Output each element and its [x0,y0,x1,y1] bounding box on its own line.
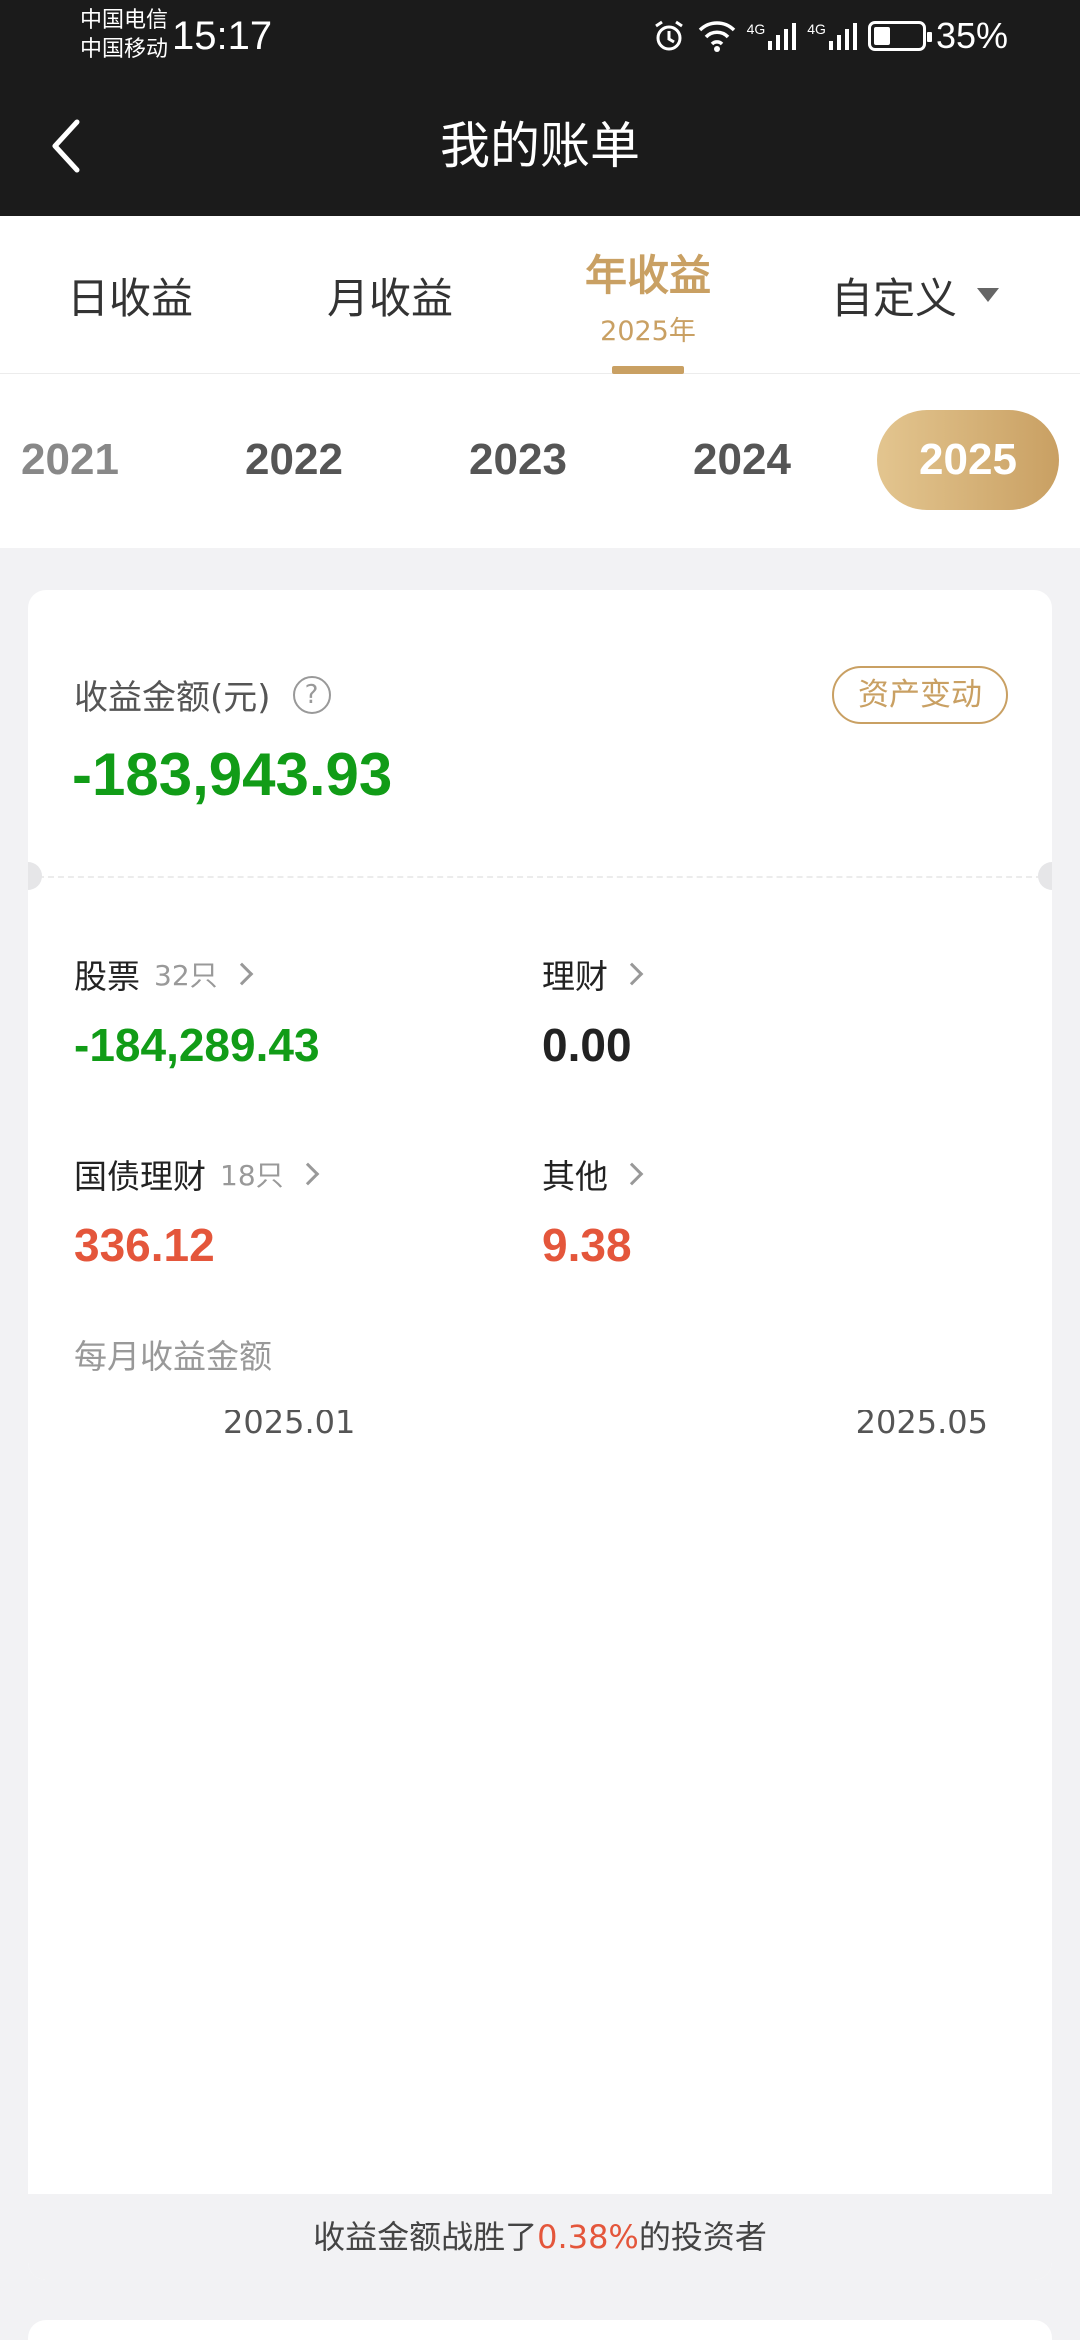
other-label: 其他 [542,1157,608,1196]
monthly-income-chart: 3.40万0.00-3.40万-6.80万-10.20万-13.60万2025.… [223,1410,988,1441]
wealth-label: 理财 [542,957,608,996]
ranking-footer: 收益金额战胜了0.38%的投资者 [28,2194,1052,2280]
asset-change-button[interactable]: 资产变动 [832,666,1008,724]
year-2024[interactable]: 2024 [652,410,832,510]
status-icons: 4G 4G 35% [651,12,1008,60]
carrier-info: 中国电信 中国移动 [80,6,168,64]
wealth-item[interactable]: 理财 0.00 [542,950,644,1072]
dropdown-arrow-icon [977,288,999,302]
tab-yearly[interactable]: 年收益 2025年 [558,216,738,374]
chart-title: 每月收益金额 [74,1337,272,1376]
stock-value: -184,289.43 [74,1019,320,1071]
next-card-peek [28,2320,1052,2340]
card-notch-left [28,862,42,890]
x-tick-label: 2025.05 [856,1410,988,1441]
income-card: 收益金额(元) ? 资产变动 -183,943.93 股票 32只 -184,2… [28,590,1052,2280]
stock-item[interactable]: 股票 32只 -184,289.43 [74,950,320,1072]
active-tab-indicator [612,366,684,374]
signal-icon-1: 4G [747,21,798,51]
chevron-right-icon [230,962,253,986]
stock-count: 32只 [154,959,218,992]
battery-percent: 35% [935,15,1008,56]
tab-label: 月收益 [326,273,453,323]
year-selector: 2021 2022 2023 2024 2025 [0,374,1080,548]
carrier-1: 中国电信 [80,8,169,33]
chevron-right-icon [296,1162,319,1186]
tab-monthly[interactable]: 月收益 [300,216,480,374]
tab-daily[interactable]: 日收益 [40,216,220,374]
stock-label: 股票 [74,957,140,996]
other-item[interactable]: 其他 9.38 [542,1150,644,1272]
chevron-right-icon [620,962,644,986]
wealth-value: 0.00 [542,1019,632,1071]
footer-percent: 0.38% [537,2218,639,2256]
card-notch-right [1038,862,1052,890]
bond-item[interactable]: 国债理财 18只 336.12 [74,1150,319,1272]
year-2022[interactable]: 2022 [204,410,384,510]
bond-count: 18只 [220,1159,284,1192]
status-time: 15:17 [172,14,273,58]
battery-icon [867,21,932,51]
help-icon[interactable]: ? [292,675,331,714]
network-label-2: 4G [807,21,826,37]
page-title: 我的账单 [440,117,640,175]
tab-custom[interactable]: 自定义 [800,216,1030,374]
alarm-icon [654,20,683,51]
tab-sublabel: 2025年 [600,316,696,347]
footer-prefix: 收益金额战胜了 [313,2218,538,2256]
year-2021[interactable]: 2021 [0,410,140,510]
total-income-value: -183,943.93 [72,741,393,808]
top-bar: 中国电信 中国移动 15:17 4G 4G 35% 我的账单 [0,0,1080,216]
wifi-icon [698,21,735,52]
chevron-right-icon [620,1162,644,1186]
tab-label: 自定义 [830,273,957,323]
year-2025[interactable]: 2025 [877,410,1059,510]
bond-label: 国债理财 [74,1157,206,1196]
period-tabs: 日收益 月收益 年收益 2025年 自定义 [0,216,1080,374]
year-2023[interactable]: 2023 [428,410,608,510]
battery-level [873,27,891,45]
network-label-1: 4G [746,21,766,37]
signal-icon-2: 4G [807,21,858,51]
tab-label: 年收益 [584,251,711,300]
summary-label: 收益金额(元) [74,678,271,718]
tab-label: 日收益 [66,273,193,323]
divider [28,876,1052,878]
carrier-2: 中国移动 [80,37,169,62]
x-tick-label: 2025.01 [223,1410,355,1441]
bond-value: 336.12 [74,1219,215,1271]
other-value: 9.38 [542,1219,632,1271]
footer-suffix: 的投资者 [638,2218,767,2256]
summary-label-row: 收益金额(元) ? [74,670,331,719]
